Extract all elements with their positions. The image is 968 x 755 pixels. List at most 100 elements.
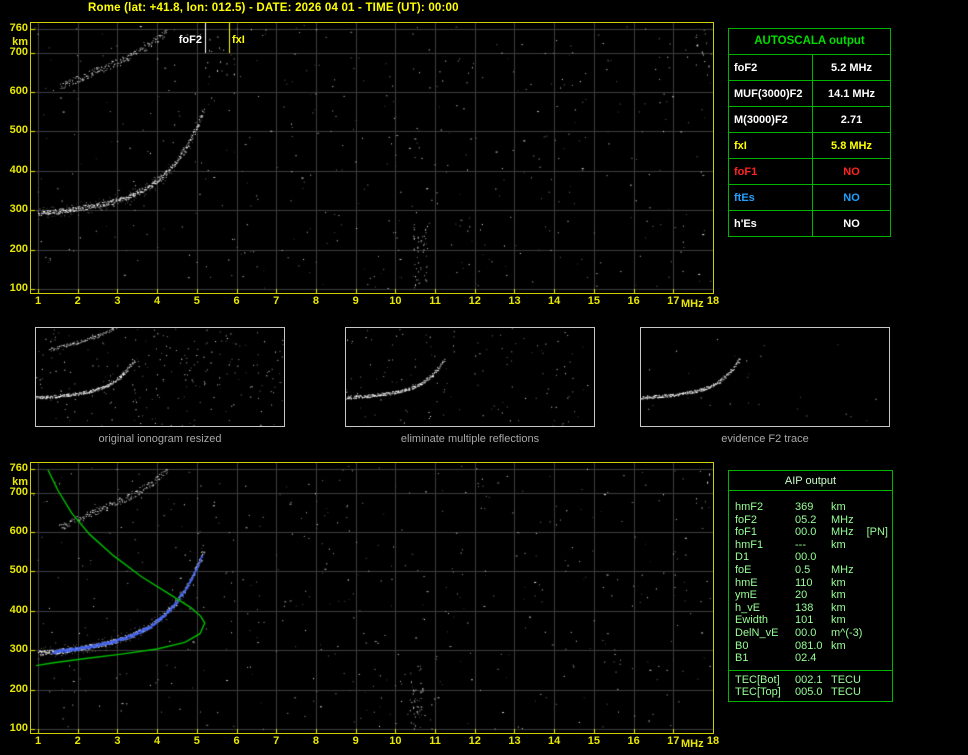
autoscala-application-window: Rome (lat: +41.8, lon: 012.5) - DATE: 20… bbox=[0, 0, 968, 755]
y-tick-label: 500 bbox=[2, 564, 28, 577]
x-tick-label: 3 bbox=[106, 295, 128, 308]
aip-tec-section: TEC[Bot] 002.1 TECU TEC[Top] 005.0 TECU bbox=[729, 670, 892, 699]
table-row-fof1: foF1 NO bbox=[729, 158, 890, 184]
thumbnail-caption: evidence F2 trace bbox=[640, 433, 890, 445]
y-tick-label: 100 bbox=[2, 282, 28, 295]
x-tick-label: 1 bbox=[27, 735, 49, 748]
thumbnail-f2-trace-evidence bbox=[640, 327, 890, 427]
x-tick-label: 13 bbox=[503, 735, 525, 748]
aip-output-panel: AIP output hmF2 369 km foF2 05.2 MHz foF… bbox=[728, 470, 893, 702]
thumbnail-canvas bbox=[641, 328, 889, 426]
table-row-ftes: ftEs NO bbox=[729, 184, 890, 210]
x-tick-label: 14 bbox=[543, 295, 565, 308]
x-tick-label: 17 bbox=[662, 295, 684, 308]
aip-row-ewidth: Ewidth 101 km bbox=[729, 614, 892, 627]
fxi-marker-label: fxI bbox=[232, 34, 245, 46]
table-row-hes: h'Es NO bbox=[729, 210, 890, 236]
station-date-time-title: Rome (lat: +41.8, lon: 012.5) - DATE: 20… bbox=[88, 2, 459, 14]
row-label: foF2 bbox=[729, 55, 813, 80]
y-tick-label: 700 bbox=[2, 46, 28, 59]
x-tick-label: 11 bbox=[424, 735, 446, 748]
row-value: 2.71 bbox=[813, 107, 890, 132]
x-tick-label: 14 bbox=[543, 735, 565, 748]
x-tick-label: 18 bbox=[702, 295, 724, 308]
y-tick-label: 200 bbox=[2, 683, 28, 696]
x-tick-label: 4 bbox=[146, 735, 168, 748]
x-tick-label: 18 bbox=[702, 735, 724, 748]
row-label: foF1 bbox=[729, 159, 813, 184]
x-tick-label: 10 bbox=[384, 735, 406, 748]
autoscala-panel-title: AUTOSCALA output bbox=[729, 29, 890, 54]
x-tick-label: 6 bbox=[226, 735, 248, 748]
x-tick-label: 3 bbox=[106, 735, 128, 748]
aip-panel-title: AIP output bbox=[729, 471, 892, 491]
x-tick-label: 17 bbox=[662, 735, 684, 748]
x-tick-label: 5 bbox=[186, 735, 208, 748]
x-tick-label: 9 bbox=[345, 735, 367, 748]
aip-rows: hmF2 369 km foF2 05.2 MHz foF1 00.0 MHz … bbox=[729, 491, 892, 665]
row-label: M(3000)F2 bbox=[729, 107, 813, 132]
row-label: fxI bbox=[729, 133, 813, 158]
aip-row-tec-bot: TEC[Bot] 002.1 TECU bbox=[729, 674, 892, 687]
x-tick-label: 1 bbox=[27, 295, 49, 308]
row-value: 5.8 MHz bbox=[813, 133, 890, 158]
aip-row-tec-top: TEC[Top] 005.0 TECU bbox=[729, 686, 892, 699]
y-tick-label: 760 bbox=[2, 22, 28, 35]
x-tick-label: 8 bbox=[305, 295, 327, 308]
row-value: NO bbox=[813, 211, 890, 236]
aip-row-hve: h_vE 138 km bbox=[729, 602, 892, 615]
thumbnail-caption: eliminate multiple reflections bbox=[345, 433, 595, 445]
x-tick-label: 5 bbox=[186, 295, 208, 308]
x-tick-label: 16 bbox=[623, 295, 645, 308]
row-value: 14.1 MHz bbox=[813, 81, 890, 106]
y-tick-label: 300 bbox=[2, 643, 28, 656]
thumbnail-multiple-reflections-removed bbox=[345, 327, 595, 427]
row-value: NO bbox=[813, 185, 890, 210]
x-tick-label: 16 bbox=[623, 735, 645, 748]
x-tick-label: 2 bbox=[67, 735, 89, 748]
bottom-ionogram-canvas bbox=[31, 463, 713, 733]
thumbnail-canvas bbox=[36, 328, 284, 426]
aip-row-b1: B1 02.4 bbox=[729, 652, 892, 665]
table-row-fxi: fxI 5.8 MHz bbox=[729, 132, 890, 158]
x-tick-label: 8 bbox=[305, 735, 327, 748]
x-tick-label: 13 bbox=[503, 295, 525, 308]
x-tick-label: 12 bbox=[464, 735, 486, 748]
bottom-ionogram-plot bbox=[30, 462, 714, 734]
row-label: h'Es bbox=[729, 211, 813, 236]
thumbnail-caption: original ionogram resized bbox=[35, 433, 285, 445]
autoscala-output-panel: AUTOSCALA output foF2 5.2 MHz MUF(3000)F… bbox=[728, 28, 891, 237]
y-tick-label: 500 bbox=[2, 124, 28, 137]
aip-row-deln-ve: DelN_vE 00.0 m^(-3) bbox=[729, 627, 892, 640]
thumbnail-canvas bbox=[346, 328, 594, 426]
x-tick-label: 9 bbox=[345, 295, 367, 308]
row-label: ftEs bbox=[729, 185, 813, 210]
aip-row-b0: B0 081.0 km bbox=[729, 640, 892, 653]
table-row-muf3000f2: MUF(3000)F2 14.1 MHz bbox=[729, 80, 890, 106]
x-tick-label: 2 bbox=[67, 295, 89, 308]
row-value: NO bbox=[813, 159, 890, 184]
x-tick-label: 4 bbox=[146, 295, 168, 308]
table-row-fof2: foF2 5.2 MHz bbox=[729, 54, 890, 80]
y-tick-label: 600 bbox=[2, 85, 28, 98]
y-tick-label: 760 bbox=[2, 462, 28, 475]
aip-row-d1: D1 00.0 bbox=[729, 551, 892, 564]
y-tick-label: 100 bbox=[2, 722, 28, 735]
aip-row-hmf1: hmF1 --- km bbox=[729, 539, 892, 552]
x-tick-label: 7 bbox=[265, 735, 287, 748]
thumbnail-original-ionogram bbox=[35, 327, 285, 427]
aip-row-hmf2: hmF2 369 km bbox=[729, 501, 892, 514]
top-ionogram-plot bbox=[30, 22, 714, 294]
y-tick-label: 200 bbox=[2, 243, 28, 256]
y-tick-label: 600 bbox=[2, 525, 28, 538]
pn-flag: [PN] bbox=[867, 526, 888, 539]
y-tick-label: 400 bbox=[2, 164, 28, 177]
top-ionogram-canvas bbox=[31, 23, 713, 293]
aip-row-yme: ymE 20 km bbox=[729, 589, 892, 602]
x-tick-label: 11 bbox=[424, 295, 446, 308]
y-tick-label: 300 bbox=[2, 203, 28, 216]
y-tick-label: 700 bbox=[2, 486, 28, 499]
aip-row-hme: hmE 110 km bbox=[729, 577, 892, 590]
row-value: 5.2 MHz bbox=[813, 55, 890, 80]
table-row-m3000f2: M(3000)F2 2.71 bbox=[729, 106, 890, 132]
